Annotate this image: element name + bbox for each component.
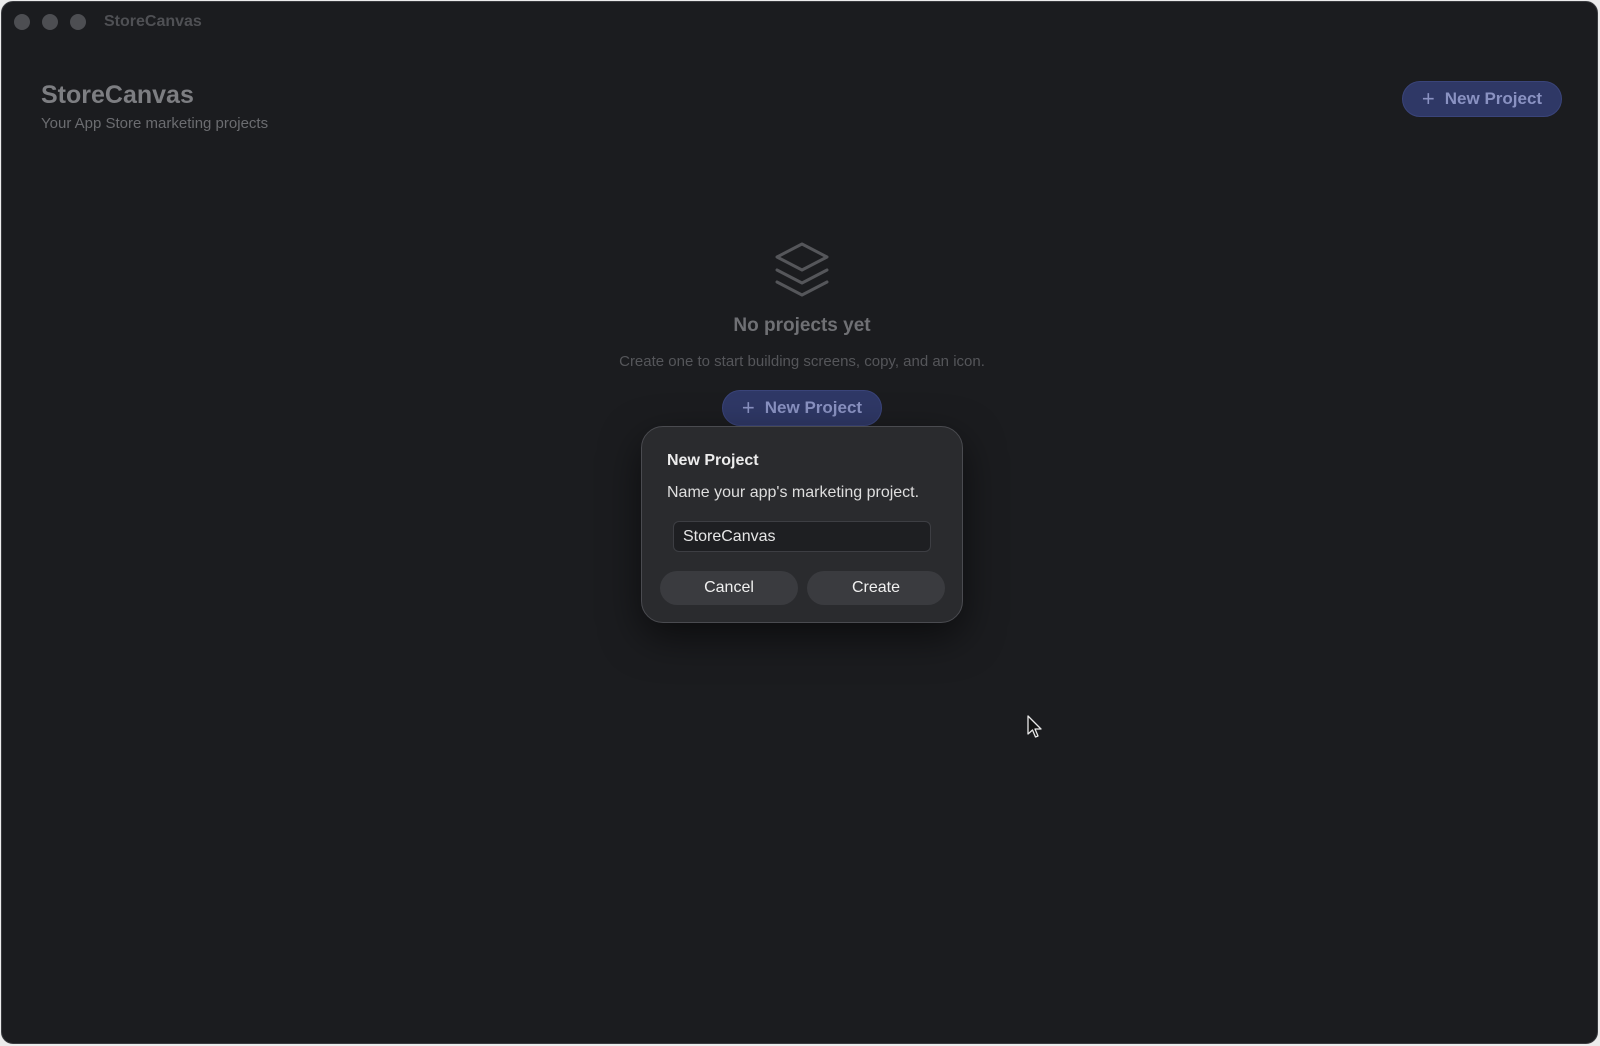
stack-layers-icon — [775, 242, 829, 297]
close-window-button[interactable] — [14, 14, 30, 30]
window-title: StoreCanvas — [104, 13, 202, 30]
cancel-button[interactable]: Cancel — [660, 571, 798, 605]
zoom-window-button[interactable] — [70, 14, 86, 30]
empty-state-title: No projects yet — [733, 315, 871, 336]
plus-icon: + — [1421, 86, 1435, 111]
empty-state-subtitle: Create one to start building screens, co… — [619, 353, 985, 370]
new-project-label: New Project — [764, 398, 863, 417]
page-title: StoreCanvas — [41, 81, 194, 109]
empty-state-new-project-button[interactable]: + New Project — [722, 390, 882, 426]
plus-icon: + — [741, 395, 755, 420]
page-subtitle: Your App Store marketing projects — [41, 115, 269, 132]
minimize-window-button[interactable] — [42, 14, 58, 30]
dialog-message: Name your app's marketing project. — [667, 484, 920, 501]
app-window: StoreCanvas StoreCanvas Your App Store m… — [1, 1, 1598, 1044]
new-project-button[interactable]: + New Project — [1402, 81, 1562, 117]
project-name-input[interactable] — [673, 521, 931, 552]
new-project-label: New Project — [1444, 89, 1543, 108]
new-project-dialog: New Project Name your app's marketing pr… — [641, 426, 963, 623]
title-bar: StoreCanvas — [2, 2, 1597, 42]
mouse-cursor-icon — [1027, 715, 1042, 738]
dialog-title: New Project — [667, 452, 759, 469]
create-button[interactable]: Create — [807, 571, 945, 605]
